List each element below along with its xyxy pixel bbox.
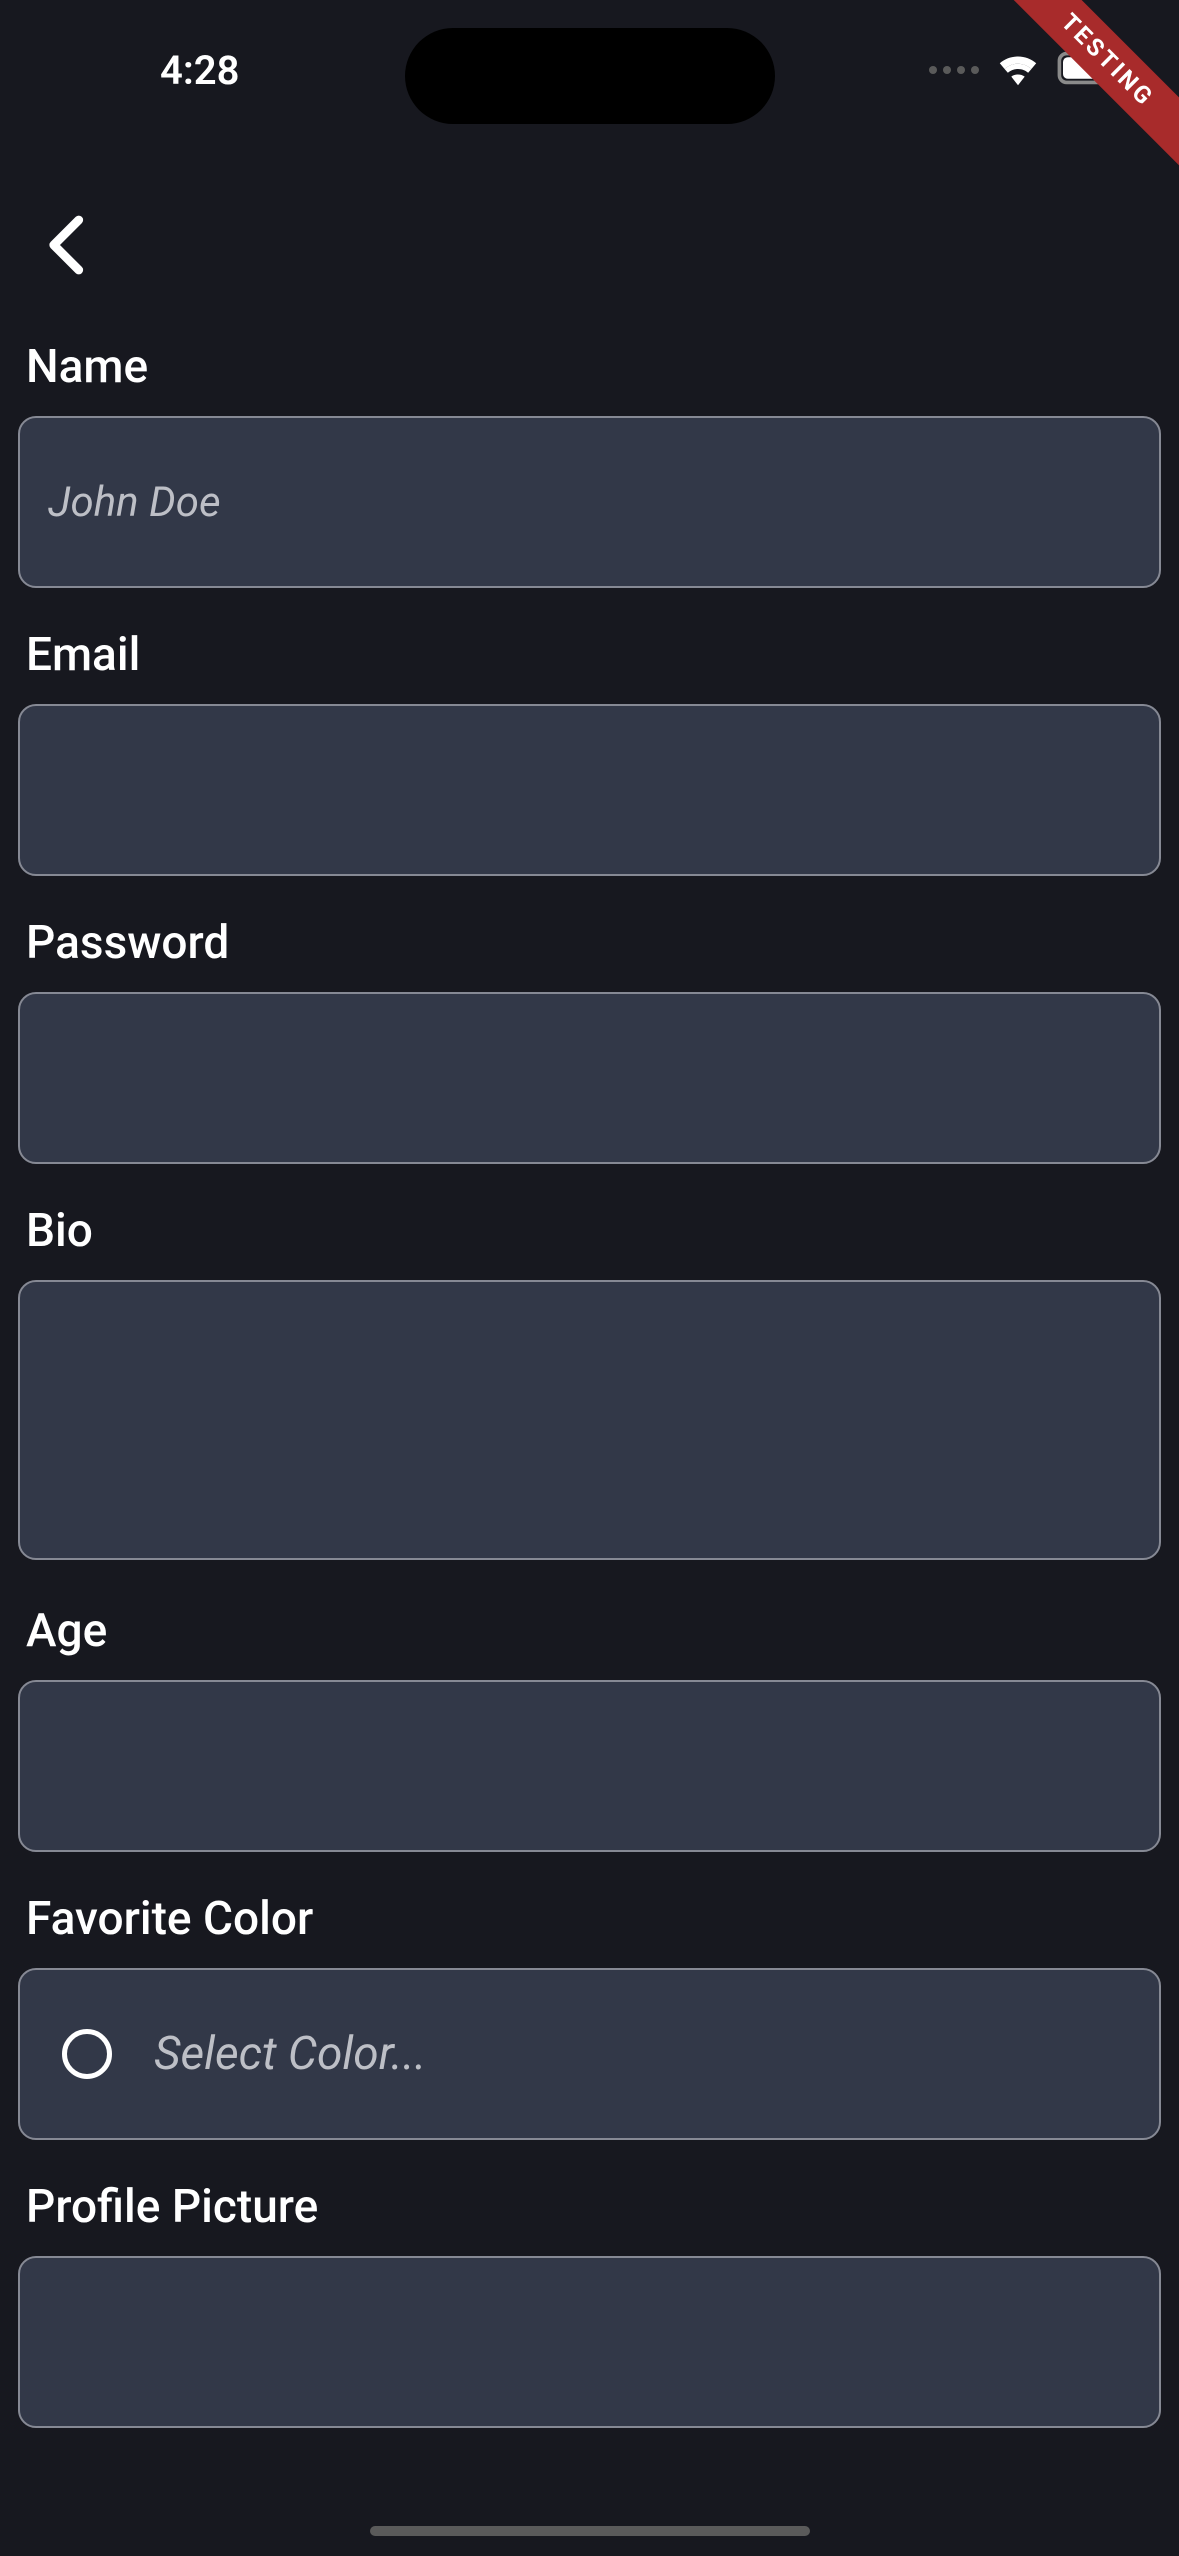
- back-button[interactable]: [30, 210, 100, 280]
- bio-input[interactable]: [18, 1280, 1161, 1560]
- form: Name Email Password Bio Age Favorite Col…: [0, 310, 1179, 2428]
- profile-picture-group: Profile Picture: [18, 2180, 1161, 2428]
- email-group: Email: [18, 628, 1161, 876]
- chevron-left-icon: [45, 215, 85, 275]
- age-group: Age: [18, 1604, 1161, 1852]
- wifi-icon: [995, 50, 1041, 90]
- home-indicator: [370, 2526, 810, 2536]
- name-input[interactable]: [18, 416, 1161, 588]
- name-group: Name: [18, 340, 1161, 588]
- bio-group: Bio: [18, 1204, 1161, 1564]
- age-input[interactable]: [18, 1680, 1161, 1852]
- dynamic-island: [405, 28, 775, 124]
- color-picker[interactable]: Select Color...: [18, 1968, 1161, 2140]
- email-input[interactable]: [18, 704, 1161, 876]
- nav-bar: [0, 110, 1179, 310]
- bio-label: Bio: [18, 1204, 1161, 1258]
- name-label: Name: [18, 340, 1161, 394]
- favorite-color-group: Favorite Color Select Color...: [18, 1892, 1161, 2140]
- signal-dots-icon: [929, 66, 979, 74]
- password-label: Password: [18, 916, 1161, 970]
- color-circle-icon: [62, 2029, 112, 2079]
- password-group: Password: [18, 916, 1161, 1164]
- color-picker-placeholder: Select Color...: [154, 2027, 426, 2081]
- email-label: Email: [18, 628, 1161, 682]
- status-time: 4:28: [50, 47, 239, 94]
- age-label: Age: [18, 1604, 1161, 1658]
- password-input[interactable]: [18, 992, 1161, 1164]
- profile-picture-label: Profile Picture: [18, 2180, 1161, 2234]
- profile-picture-input[interactable]: [18, 2256, 1161, 2428]
- favorite-color-label: Favorite Color: [18, 1892, 1161, 1946]
